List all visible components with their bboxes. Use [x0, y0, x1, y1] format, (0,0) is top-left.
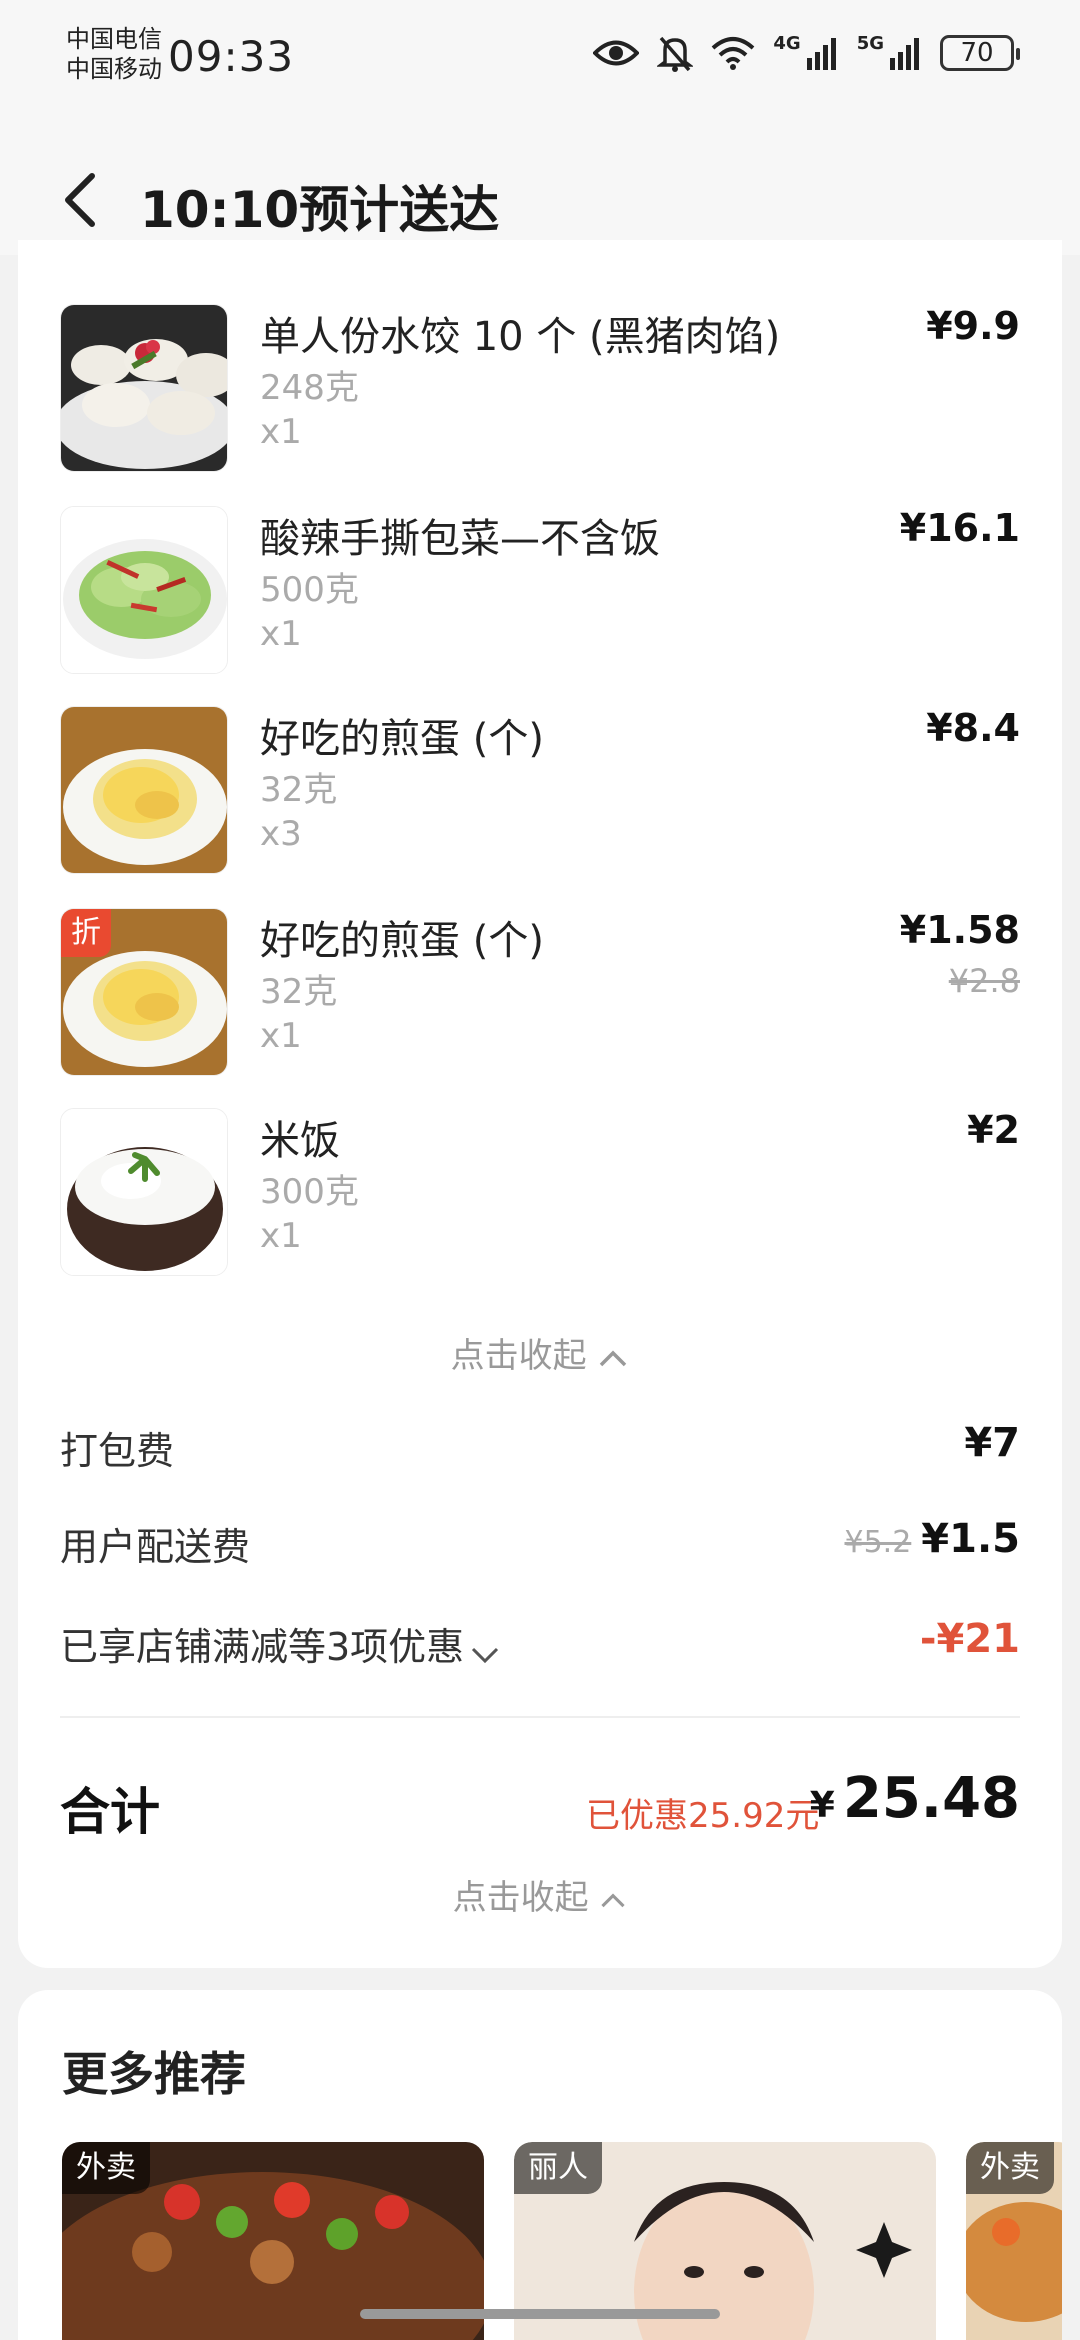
page-header: 10:10预计送达 [0, 120, 1080, 255]
collapse-bill-button[interactable]: 点击收起 [18, 1870, 1062, 1919]
item-price: ¥16.1 [899, 506, 1020, 550]
discount-row[interactable]: 已享店铺满减等3项优惠 -¥21 [60, 1616, 1020, 1671]
item-original-price: ¥2.8 [948, 962, 1020, 1000]
rice-bowl-image [60, 1108, 228, 1276]
collapse-label: 点击收起 [452, 1878, 589, 1918]
clock: 09:33 [168, 32, 295, 81]
total-amount: ¥25.48 [810, 1766, 1020, 1831]
total-label: 合计 [60, 1783, 160, 1841]
item-quantity: x1 [260, 1016, 302, 1056]
item-name: 好吃的煎蛋 (个) [260, 918, 544, 964]
carrier-1: 中国电信 [66, 25, 162, 53]
delivery-fee-original: ¥5.2 [844, 1525, 912, 1560]
item-name: 米饭 [260, 1118, 340, 1164]
order-detail-card: 单人份水饺 10 个 (黑猪肉馅) 248克 x1 ¥9.9 酸辣手撕包菜—不含… [18, 240, 1062, 1968]
signal-icon-1 [806, 38, 836, 70]
item-name: 酸辣手撕包菜—不含饭 [260, 516, 660, 562]
chevron-left-icon[interactable] [58, 170, 102, 230]
total-value: 25.48 [842, 1766, 1020, 1831]
item-quantity: x1 [260, 412, 302, 452]
delivery-fee-value: ¥1.5 [921, 1516, 1020, 1562]
packing-fee-value: ¥7 [964, 1420, 1020, 1466]
delivery-fee-values: ¥5.2 ¥1.5 [845, 1516, 1021, 1562]
item-weight: 248克 [260, 368, 359, 408]
divider [60, 1716, 1020, 1718]
packing-fee-row: 打包费 ¥7 [60, 1420, 1020, 1475]
status-icons: 4G 5G 70 [593, 32, 1020, 72]
carrier-labels: 中国电信 中国移动 [66, 24, 162, 84]
collapse-label: 点击收起 [450, 1336, 587, 1376]
item-quantity: x1 [260, 1216, 302, 1256]
total-saved-text: 已优惠25.92元 [586, 1796, 820, 1836]
network-4g-label: 4G [773, 32, 801, 54]
recommend-card[interactable]: 外卖 [966, 2142, 1062, 2340]
delivery-fee-label: 用户配送费 [60, 1525, 251, 1569]
item-name: 单人份水饺 10 个 (黑猪肉馅) [260, 314, 781, 360]
total-currency: ¥ [809, 1785, 835, 1826]
recommend-tag: 外卖 [62, 2142, 150, 2194]
eye-icon [593, 40, 640, 66]
battery-indicator: 70 [940, 35, 1020, 71]
status-bar: 中国电信 中国移动 09:33 4G 5G 70 [0, 0, 1080, 120]
packing-fee-label: 打包费 [60, 1429, 175, 1473]
recommend-title: 更多推荐 [62, 2047, 246, 2101]
fried-egg-image [60, 706, 228, 874]
home-indicator[interactable] [360, 2309, 720, 2319]
collapse-items-button[interactable]: 点击收起 [18, 1328, 1062, 1377]
recommend-tag: 外卖 [966, 2142, 1054, 2194]
recommend-section: 更多推荐 外卖 丽人 外卖 [18, 1990, 1062, 2340]
discount-label: 已享店铺满减等3项优惠 [60, 1625, 465, 1669]
dumpling-image [60, 304, 228, 472]
delivery-fee-row: 用户配送费 ¥5.2 ¥1.5 [60, 1516, 1020, 1571]
item-quantity: x3 [260, 814, 302, 854]
cabbage-dish-image [60, 506, 228, 674]
fried-egg-image: 折 [60, 908, 228, 1076]
discount-badge: 折 [61, 909, 111, 957]
item-price: ¥1.58 [899, 908, 1020, 952]
recommend-tag: 丽人 [514, 2142, 602, 2194]
order-item[interactable]: 米饭 300克 x1 ¥2 [60, 1108, 1020, 1283]
item-price: ¥9.9 [926, 304, 1020, 348]
item-weight: 32克 [260, 770, 338, 810]
chevron-up-icon [600, 1350, 627, 1366]
mute-bell-icon [657, 36, 694, 72]
item-weight: 300克 [260, 1172, 359, 1212]
item-weight: 500克 [260, 570, 359, 610]
chevron-up-icon [601, 1892, 625, 1907]
item-quantity: x1 [260, 614, 302, 654]
discount-value: -¥21 [919, 1616, 1020, 1662]
order-item[interactable]: 单人份水饺 10 个 (黑猪肉馅) 248克 x1 ¥9.9 [60, 304, 1020, 479]
order-item[interactable]: 好吃的煎蛋 (个) 32克 x3 ¥8.4 [60, 706, 1020, 881]
carrier-2: 中国移动 [66, 55, 162, 83]
item-price: ¥2 [967, 1108, 1020, 1152]
page-title: 10:10预计送达 [140, 181, 500, 239]
network-5g-label: 5G [856, 32, 884, 54]
item-price: ¥8.4 [926, 706, 1020, 750]
signal-icon-2 [890, 38, 919, 70]
item-name: 好吃的煎蛋 (个) [260, 716, 544, 762]
item-weight: 32克 [260, 972, 338, 1012]
order-item[interactable]: 酸辣手撕包菜—不含饭 500克 x1 ¥16.1 [60, 506, 1020, 681]
wifi-icon [712, 37, 755, 70]
order-item[interactable]: 折 好吃的煎蛋 (个) 32克 x1 ¥1.58 ¥2.8 [60, 908, 1020, 1083]
chevron-down-icon [472, 1647, 499, 1663]
